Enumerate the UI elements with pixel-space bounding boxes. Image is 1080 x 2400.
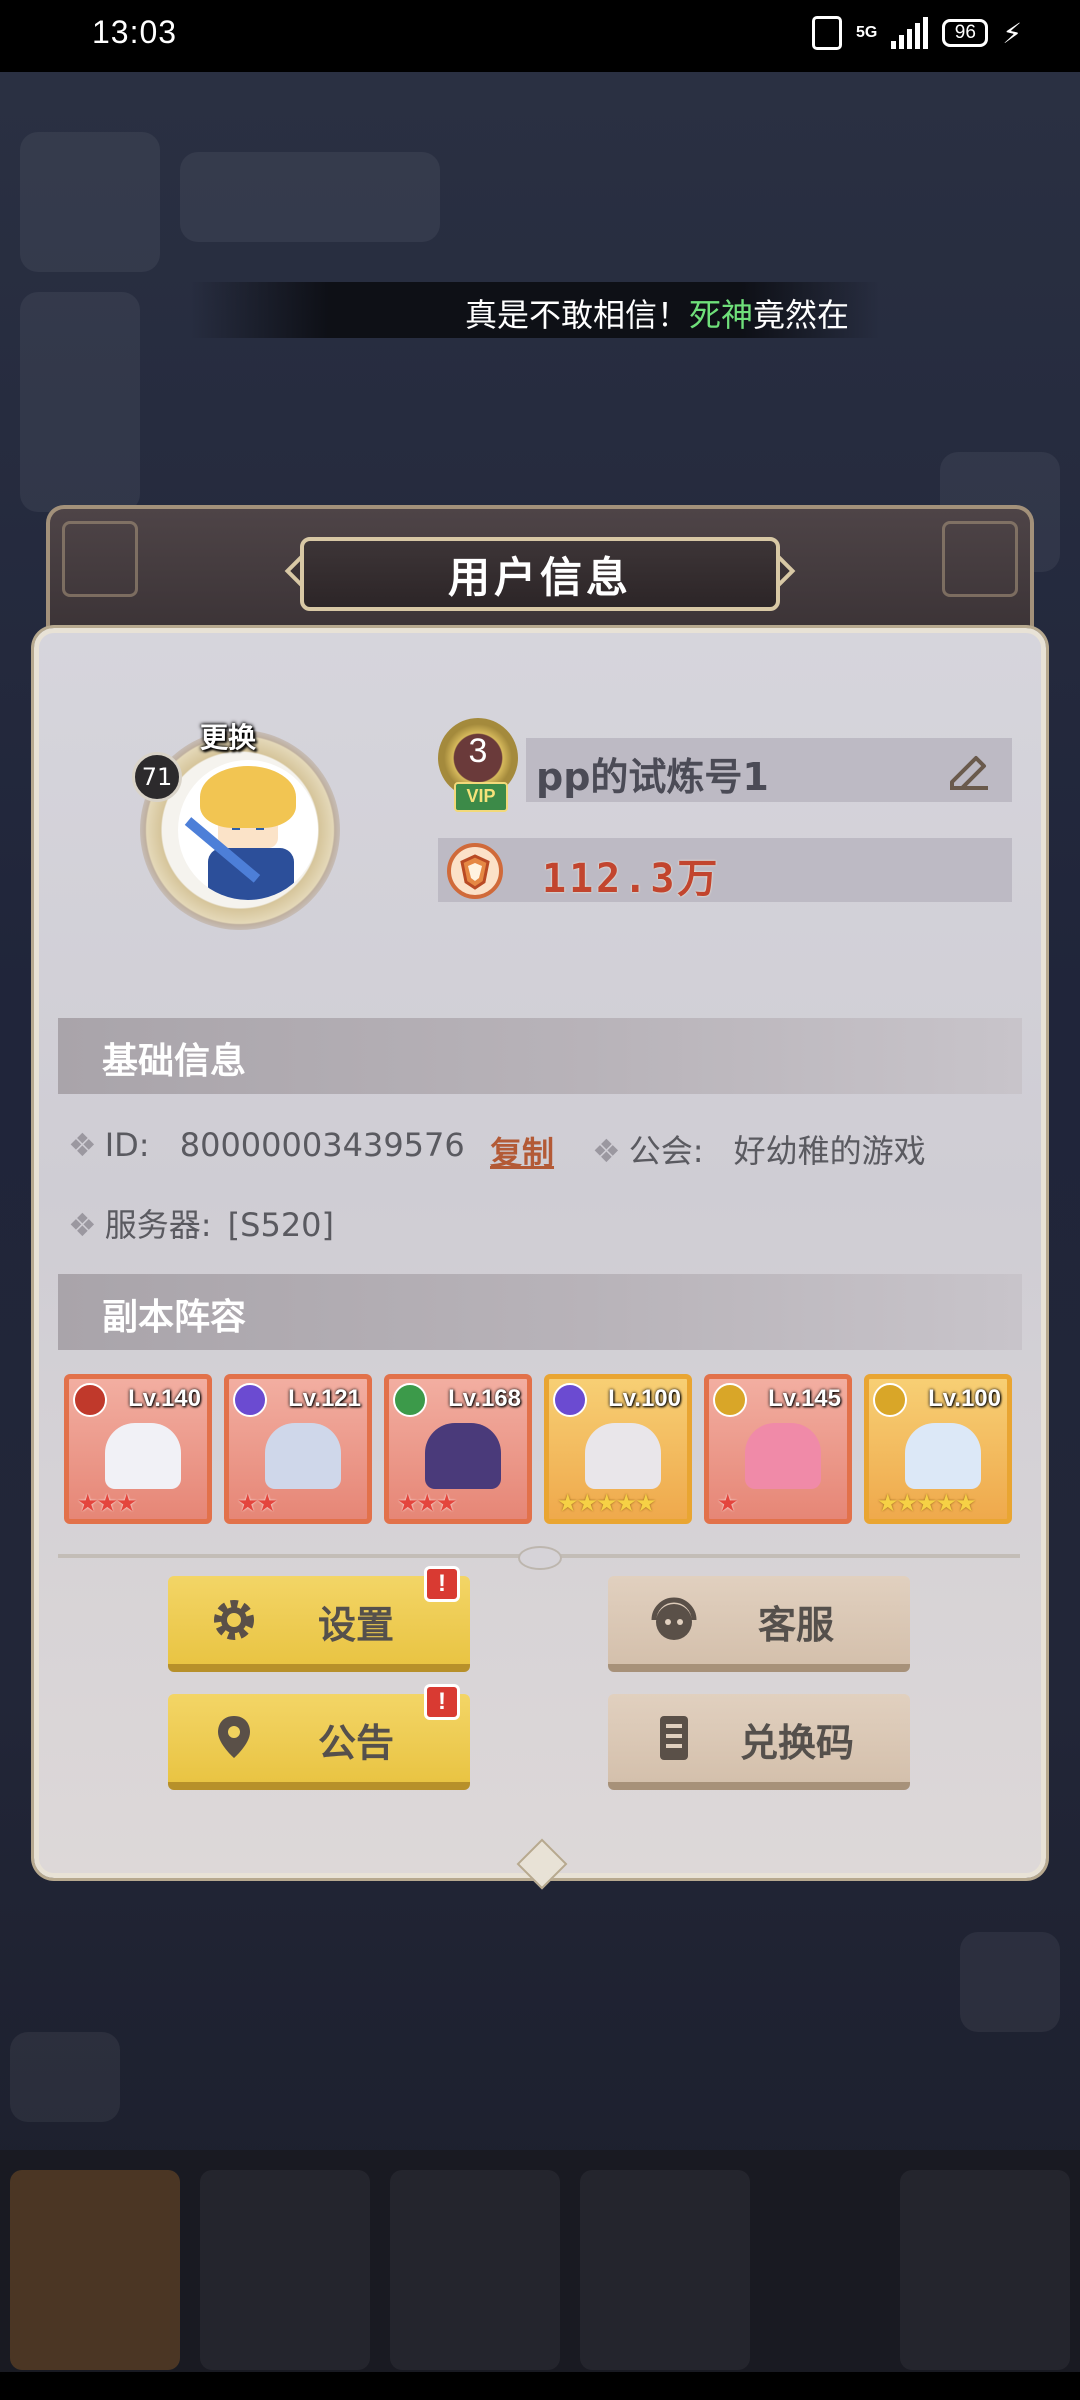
basic-info-title: 基础信息	[102, 1041, 247, 1082]
customer-service-button[interactable]: 客服	[608, 1576, 910, 1672]
copy-id-button[interactable]: 复制	[490, 1128, 554, 1174]
vip-badge: 3 VIP	[432, 718, 524, 818]
hero-stars: ★	[717, 1489, 739, 1517]
hero-portrait	[105, 1423, 181, 1489]
vip-tag: VIP	[454, 782, 508, 812]
document-icon	[660, 1716, 688, 1760]
battery-icon: 96	[942, 19, 989, 47]
hero-level: Lv.100	[608, 1385, 681, 1412]
id-label: ID:	[104, 1126, 150, 1164]
guild-value: 好幼稚的游戏	[733, 1132, 926, 1170]
hero-stars: ★★★★★	[877, 1489, 977, 1517]
bullet-icon: ❖	[68, 1206, 97, 1244]
element-icon	[713, 1383, 747, 1417]
vibrate-icon	[811, 16, 842, 50]
lineup-header: 副本阵容	[58, 1274, 1022, 1350]
hero-level: Lv.145	[768, 1385, 841, 1412]
network-type: 5G	[855, 24, 878, 41]
hero-portrait	[585, 1423, 661, 1489]
element-icon	[233, 1383, 267, 1417]
hero-stars: ★★	[237, 1489, 278, 1517]
marquee-highlight: 死神	[689, 296, 754, 334]
lineup-title: 副本阵容	[102, 1297, 247, 1338]
edit-name-icon[interactable]	[946, 750, 990, 790]
id-row: ❖ ID: 80000003439576	[68, 1126, 465, 1164]
player-name-row: pp的试炼号1	[526, 738, 1012, 802]
power-value: 112.3万	[542, 856, 721, 902]
settings-alert-badge: !	[424, 1566, 460, 1602]
bullet-icon: ❖	[68, 1126, 97, 1164]
hero-portrait	[905, 1423, 981, 1489]
hero-level: Lv.140	[128, 1385, 201, 1412]
customer-service-label: 客服	[758, 1603, 835, 1647]
hero-card[interactable]: Lv.140 ★★★	[64, 1374, 212, 1524]
location-pin-icon	[218, 1716, 250, 1758]
system-nav-strip	[0, 2372, 1080, 2400]
news-marquee: 真是不敢相信！死神竟然在	[190, 282, 880, 338]
signal-icon	[891, 17, 929, 49]
headset-icon	[651, 1597, 697, 1640]
hero-card[interactable]: Lv.145 ★	[704, 1374, 852, 1524]
status-bar: 13:03 5G 96 ⚡	[0, 0, 1080, 72]
vip-level: 3	[468, 732, 488, 770]
element-icon	[73, 1383, 107, 1417]
hero-card[interactable]: Lv.121 ★★	[224, 1374, 372, 1524]
dialog-title: 用户信息	[447, 552, 632, 602]
redeem-code-label: 兑换码	[740, 1721, 855, 1765]
hero-card[interactable]: Lv.100 ★★★★★	[864, 1374, 1012, 1524]
power-row: 112.3万	[438, 838, 1012, 902]
divider-ornament	[518, 1546, 562, 1570]
bullet-icon: ❖	[592, 1132, 621, 1170]
notice-alert-badge: !	[424, 1684, 460, 1720]
avatar[interactable]	[178, 760, 318, 900]
dialog-title-plate: 用户信息	[300, 537, 780, 611]
power-icon	[447, 843, 503, 899]
basic-info-header: 基础信息	[58, 1018, 1022, 1094]
hero-level: Lv.100	[928, 1385, 1001, 1412]
hero-stars: ★★★★★	[557, 1489, 657, 1517]
settings-label: 设置	[318, 1603, 395, 1647]
element-icon	[873, 1383, 907, 1417]
player-level-badge: 71	[132, 752, 182, 802]
guild-row: ❖ 公会: 好幼稚的游戏	[592, 1126, 926, 1172]
marquee-text: 真是不敢相信！	[465, 296, 690, 334]
bottom-nav	[0, 2150, 1080, 2380]
charging-icon: ⚡	[1002, 16, 1022, 50]
gear-icon	[214, 1600, 254, 1640]
guild-label: 公会:	[628, 1132, 704, 1170]
notice-label: 公告	[318, 1721, 395, 1765]
server-row: ❖ 服务器: [S520]	[68, 1200, 334, 1246]
hero-lineup: Lv.140 ★★★ Lv.121 ★★ Lv.168 ★★★ Lv.100 ★…	[64, 1374, 1016, 1524]
id-value: 80000003439576	[179, 1126, 465, 1164]
status-time: 13:03	[92, 14, 178, 50]
server-value: [S520]	[227, 1206, 335, 1244]
hero-level: Lv.121	[288, 1385, 361, 1412]
redeem-code-button[interactable]: 兑换码	[608, 1694, 910, 1790]
change-avatar-label[interactable]: 更换	[200, 716, 256, 756]
element-icon	[553, 1383, 587, 1417]
hero-level: Lv.168	[448, 1385, 521, 1412]
hero-card[interactable]: Lv.168 ★★★	[384, 1374, 532, 1524]
hero-portrait	[425, 1423, 501, 1489]
hero-stars: ★★★	[397, 1489, 458, 1517]
marquee-text-tail: 竟然在	[753, 296, 850, 334]
hero-card[interactable]: Lv.100 ★★★★★	[544, 1374, 692, 1524]
hero-portrait	[265, 1423, 341, 1489]
player-name: pp的试炼号1	[536, 755, 769, 799]
element-icon	[393, 1383, 427, 1417]
server-label: 服务器:	[104, 1206, 212, 1244]
hero-stars: ★★★	[77, 1489, 138, 1517]
hero-portrait	[745, 1423, 821, 1489]
